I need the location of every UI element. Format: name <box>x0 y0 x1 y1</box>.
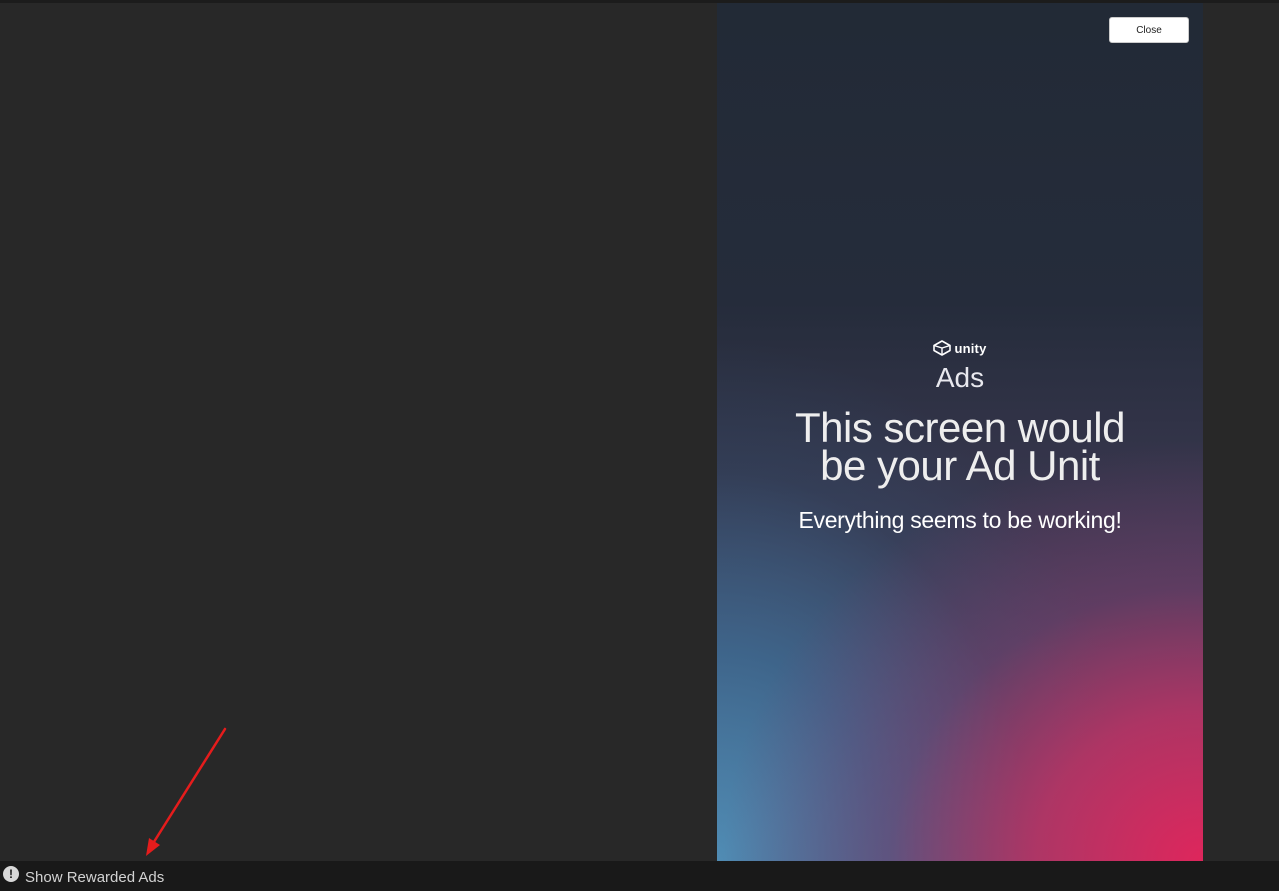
close-button[interactable]: Close <box>1109 17 1189 43</box>
unity-logo-text: unity <box>954 340 987 356</box>
status-message[interactable]: Show Rewarded Ads <box>25 869 164 886</box>
unity-logo: unity <box>717 337 1203 359</box>
ad-placeholder-content: unity Ads This screen would be your Ad U… <box>717 337 1203 534</box>
warning-icon: ! <box>3 866 19 882</box>
ad-headline: This screen would be your Ad Unit <box>717 407 1203 489</box>
status-bar[interactable]: ! Show Rewarded Ads <box>0 861 1279 891</box>
unity-logo-icon <box>933 340 952 356</box>
ad-headline-line-2: be your Ad Unit <box>820 442 1100 489</box>
ad-preview-panel: Close unity Ads This screen would be you… <box>717 3 1203 861</box>
ads-label: Ads <box>935 362 985 393</box>
ad-subline: Everything seems to be working! <box>798 507 1122 533</box>
